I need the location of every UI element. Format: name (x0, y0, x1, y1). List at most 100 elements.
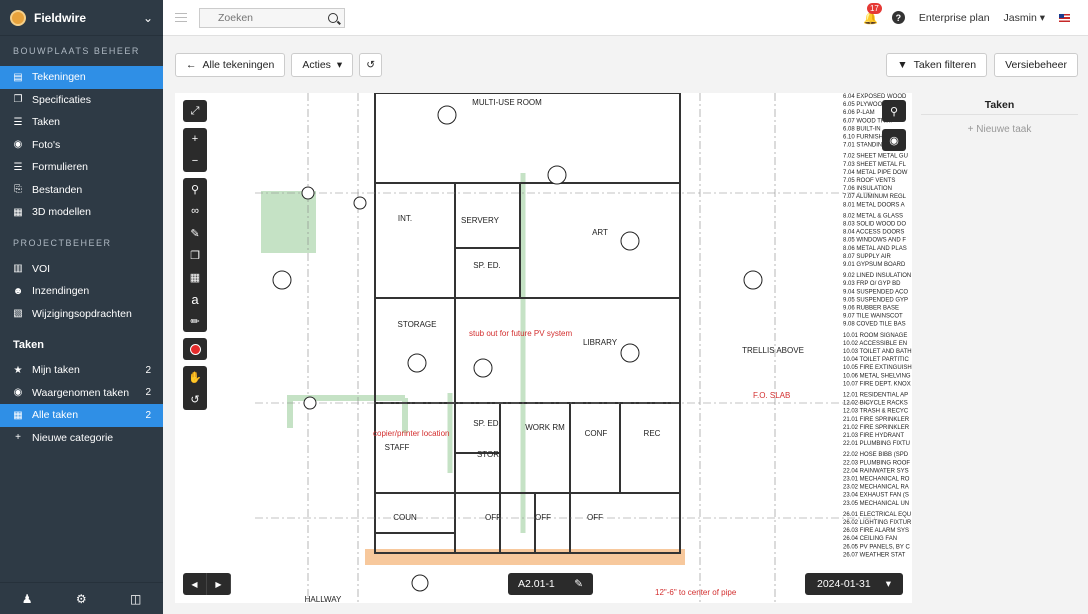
legend-item: 21.03 FIRE HYDRANT (843, 433, 904, 439)
legend-item: 9.04 SUSPENDED ACO (843, 289, 908, 295)
legend-item: 6.05 PLYWOOD (843, 102, 887, 108)
text-icon[interactable]: a (183, 288, 207, 310)
sidebar-item-label: Nieuwe categorie (32, 431, 114, 444)
sidebar-item-nieuwe-categorie[interactable]: + Nieuwe categorie (0, 427, 163, 450)
pin-icon[interactable]: ⚲ (183, 178, 207, 200)
legend-item: 10.02 ACCESSIBLE EN (843, 341, 907, 347)
sidebar-item-foto-s[interactable]: ◉ Foto's (0, 134, 163, 157)
version-control-button[interactable]: Versiebeheer (994, 52, 1078, 77)
room-label: MULTI-USE ROOM (472, 98, 542, 107)
legend-item: 21.01 FIRE SPRINKLER (843, 417, 910, 423)
search-input[interactable] (218, 11, 328, 24)
drawing-canvas[interactable]: MULTI-USE ROOM SERVERY ART INT. SP. ED. … (175, 93, 912, 603)
room-label: HALLWAY (305, 595, 342, 603)
sidebar-item-3d-modellen[interactable]: ▦ 3D modellen (0, 201, 163, 224)
tasks-panel-title: Taken (921, 93, 1078, 115)
ruler-icon[interactable]: ✏ (183, 310, 207, 332)
top-bar: 🔔17 ? Enterprise plan Jasmin ▾ (163, 0, 1088, 36)
search-box[interactable] (199, 7, 345, 28)
legend-item: 26.01 ELECTRICAL EQU (843, 512, 911, 518)
legend-item: 10.06 METAL SHELVING (843, 373, 911, 379)
pencil-icon[interactable]: ✎ (574, 578, 583, 590)
trash-icon[interactable]: ◫ (130, 592, 141, 606)
room-label: SP. ED. (473, 419, 500, 428)
sidebar-item-voi[interactable]: ▥ VOI (0, 258, 163, 281)
sidebar-item-taken[interactable]: ☰ Taken (0, 111, 163, 134)
prev-sheet-icon[interactable]: ◀ (183, 573, 207, 595)
room-label: COUN (393, 513, 417, 522)
sidebar-item-formulieren[interactable]: ☰ Formulieren (0, 156, 163, 179)
sidebar-item-bestanden[interactable]: ⎘ Bestanden (0, 179, 163, 202)
new-task-link[interactable]: + Nieuwe taak (921, 124, 1078, 135)
history-button[interactable]: ↺ (359, 52, 382, 77)
fit-screen-icon[interactable]: ⤢ (183, 100, 207, 122)
grid-icon: ▦ (13, 409, 23, 421)
user-menu[interactable]: Jasmin ▾ (1004, 12, 1045, 24)
room-label: OFF (535, 513, 551, 522)
eye-icon: ◉ (13, 387, 23, 399)
eye-icon[interactable]: ◉ (882, 129, 906, 151)
chevron-down-icon[interactable]: ⌄ (143, 11, 153, 25)
actions-dropdown[interactable]: Acties ▾ (291, 52, 354, 77)
bell-icon[interactable]: 🔔 17 (863, 2, 882, 25)
gear-icon[interactable]: ⚙ (76, 592, 87, 606)
link-icon[interactable]: ∞ (183, 200, 207, 222)
help-icon[interactable]: ? (891, 11, 905, 24)
search-icon[interactable]: ⚲ (882, 100, 906, 122)
hand-pan-icon[interactable]: ✋ (183, 366, 207, 388)
sidebar-item-alle-taken[interactable]: ▦ Alle taken 2 (0, 404, 163, 427)
record-color-icon[interactable] (183, 338, 207, 360)
legend-item: 9.07 TILE WAINSCOT (843, 314, 903, 320)
toolbox-icon[interactable]: ▦ (183, 266, 207, 288)
paperclip-icon: ⎘ (14, 184, 22, 196)
next-sheet-icon[interactable]: ▶ (207, 573, 231, 595)
task-count: 2 (145, 364, 151, 376)
project-logo (10, 9, 26, 26)
shapes-icon[interactable]: ❐ (183, 244, 207, 266)
legend-item: 23.05 MECHANICAL UN (843, 501, 909, 507)
sidebar-item-label: Specificaties (32, 93, 91, 106)
sidebar-item-wijzigingsopdrachten[interactable]: ▧ Wijzigingsopdrachten (0, 303, 163, 326)
change-orders-icon: ▧ (13, 308, 23, 320)
legend-item: 21.02 FIRE SPRINKLER (843, 425, 910, 431)
sidebar-item-inzendingen[interactable]: ☻ Inzendingen (0, 280, 163, 303)
sidebar-item-waargenomen-taken[interactable]: ◉ Waargenomen taken 2 (0, 382, 163, 405)
filter-tasks-button[interactable]: ▼ Taken filteren (886, 52, 988, 77)
menu-icon[interactable] (175, 10, 187, 25)
filter-icon: ▼ (897, 58, 908, 71)
people-icon[interactable]: ♟ (22, 592, 33, 606)
legend-item: 10.03 TOILET AND BATH (843, 349, 912, 355)
forms-icon: ☰ (13, 161, 23, 173)
project-title: Fieldwire (34, 10, 87, 25)
project-switcher[interactable]: Fieldwire ⌄ (0, 0, 163, 36)
sheet-name-chip[interactable]: A2.01-1 ✎ (508, 573, 593, 595)
sidebar-item-specificaties[interactable]: ❐ Specificaties (0, 89, 163, 112)
caret-down-icon: ▾ (885, 578, 891, 590)
legend-item: 7.05 ROOF VENTS (843, 178, 895, 184)
sidebar-footer: ♟ ⚙ ◫ (0, 582, 163, 614)
plan-link[interactable]: Enterprise plan (919, 12, 990, 24)
undo-icon[interactable]: ↺ (183, 388, 207, 410)
legend-item: 12.02 BICYCLE RACKS (843, 401, 908, 407)
room-label: TRELLIS ABOVE (742, 346, 804, 355)
sidebar-item-tekeningen[interactable]: ▤ Tekeningen (0, 66, 163, 89)
legend-item: 22.02 HOSE BIBB (SPD (843, 452, 909, 458)
language-flag-icon[interactable] (1059, 13, 1070, 22)
floor-plan-drawing[interactable]: MULTI-USE ROOM SERVERY ART INT. SP. ED. … (175, 93, 912, 603)
zoom-out-icon[interactable]: − (183, 150, 207, 172)
section-heading-projectbeheer: PROJECTBEHEER (13, 237, 112, 248)
tasks-heading: Taken (13, 339, 44, 351)
task-count: 2 (145, 387, 151, 399)
legend-item: 8.06 METAL AND PLAS (843, 246, 907, 252)
search-icon[interactable] (328, 12, 338, 23)
legend-item: 7.06 INSULATION (843, 186, 892, 192)
sidebar-item-mijn-taken[interactable]: ★ Mijn taken 2 (0, 359, 163, 382)
legend-item: 22.03 PLUMBING ROOF (843, 460, 910, 466)
submittals-person-icon: ☻ (12, 285, 24, 297)
legend-item: 9.06 RUBBER BASE (843, 306, 899, 312)
zoom-in-icon[interactable]: + (183, 128, 207, 150)
star-icon: ★ (13, 364, 23, 376)
pen-icon[interactable]: ✎ (183, 222, 207, 244)
back-to-drawings-button[interactable]: ← Alle tekeningen (175, 52, 286, 77)
version-date-dropdown[interactable]: 2024-01-31 ▾ (805, 573, 903, 595)
